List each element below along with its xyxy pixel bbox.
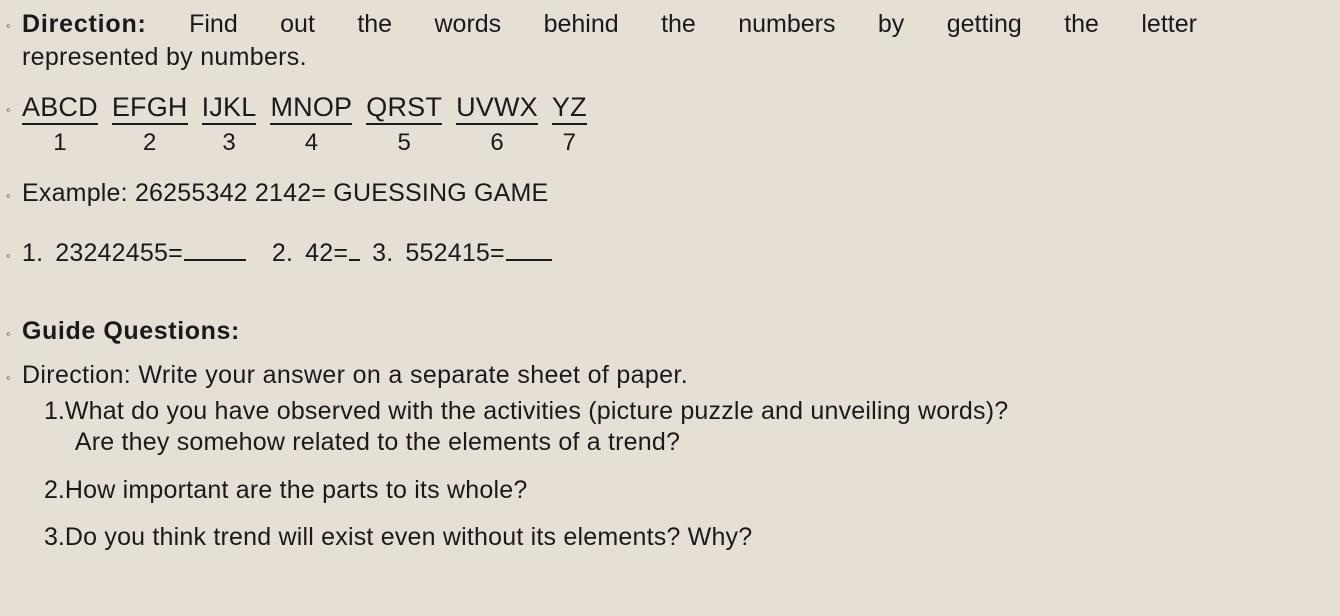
exercise-item-2-code: 42= — [305, 239, 349, 267]
guide-question-line-1: What do you have observed with the activ… — [64, 397, 1009, 425]
guide-direction-body: Direction: Write your answer on a separa… — [22, 360, 688, 391]
alphabet-number: 7 — [562, 129, 577, 156]
guide-question-number: 1. — [44, 397, 65, 425]
direction-word-10: letter — [1141, 10, 1197, 38]
bullet-icon: ◦ — [6, 248, 11, 263]
alphabet-number: 3 — [222, 129, 236, 156]
alphabet-group: MNOP 4 — [270, 92, 353, 157]
example-bullet-item: ◦ Example: 26255342 2142= GUESSING GAME — [6, 178, 548, 209]
guide-question-number: 2. — [44, 476, 65, 504]
direction-paragraph: Direction: Find out the words behind the… — [22, 8, 1202, 74]
direction-word-9: the — [1064, 10, 1099, 38]
guide-direction-text: Direction: Write your answer on a separa… — [22, 361, 689, 389]
example-text: Example: 26255342 2142= GUESSING GAME — [22, 179, 549, 207]
bullet-icon: ◦ — [6, 18, 11, 33]
alphabet-key-body: ABCD 1 EFGH 2 IJKL 3 MNOP 4 QRST 5 UVWX … — [22, 92, 587, 157]
alphabet-number: 6 — [490, 129, 504, 156]
direction-word-6: numbers — [738, 10, 836, 38]
exercise-item-3-number: 3. — [372, 239, 394, 267]
alphabet-group: ABCD 1 — [22, 92, 98, 157]
alphabet-group: YZ 7 — [551, 92, 587, 157]
guide-question-line-1: How important are the parts to its whole… — [64, 476, 528, 504]
alphabet-number: 2 — [143, 129, 157, 156]
guide-heading-body: Guide Questions: — [22, 316, 240, 347]
exercise-item-1-code: 23242455= — [55, 239, 183, 267]
exercise-body: 1. 23242455= 2. 42= 3. 552415= — [22, 238, 552, 269]
guide-question-number: 3. — [44, 523, 65, 551]
direction-word-7: by — [877, 10, 905, 38]
direction-body: Direction: Find out the words behind the… — [22, 8, 1316, 74]
alphabet-number: 1 — [53, 129, 67, 156]
guide-direction-bullet-item: ◦ Direction: Write your answer on a sepa… — [6, 360, 688, 391]
exercise-item-2-blank[interactable] — [349, 239, 361, 261]
direction-word-1: out — [280, 10, 315, 38]
example-body: Example: 26255342 2142= GUESSING GAME — [22, 178, 548, 209]
exercise-item-3-blank[interactable] — [505, 239, 552, 261]
direction-word-5: the — [661, 10, 696, 38]
exercise-item-3-code: 552415= — [405, 239, 505, 267]
exercise-item-1-number: 1. — [22, 239, 44, 267]
bullet-icon: ◦ — [6, 188, 11, 203]
direction-word-8: getting — [946, 10, 1022, 38]
alphabet-letters: QRST — [366, 92, 443, 125]
alphabet-letters: EFGH — [111, 92, 188, 125]
direction-label: Direction: — [22, 10, 147, 38]
direction-line-2: represented by numbers. — [22, 43, 307, 71]
guide-question-text: Do you think trend will exist even witho… — [65, 522, 1304, 553]
direction-word-2: the — [357, 10, 393, 38]
alphabet-letters: YZ — [551, 92, 587, 125]
alphabet-number: 5 — [397, 129, 411, 156]
guide-question-item: 2. How important are the parts to its wh… — [44, 475, 1304, 506]
guide-question-line-2: Are they somehow related to the elements… — [74, 428, 681, 456]
guide-questions-bullet-item: ◦ Guide Questions: — [6, 316, 240, 347]
alphabet-key-bullet-item: ◦ ABCD 1 EFGH 2 IJKL 3 MNOP 4 QRST 5 UVW… — [6, 92, 587, 157]
bullet-icon: ◦ — [6, 326, 11, 341]
guide-questions-heading: Guide Questions: — [22, 317, 240, 345]
alphabet-number: 4 — [304, 129, 319, 156]
alphabet-key-groups: ABCD 1 EFGH 2 IJKL 3 MNOP 4 QRST 5 UVWX … — [22, 92, 587, 157]
exercise-item-1-blank[interactable] — [183, 239, 246, 261]
direction-word-0: Find — [189, 10, 238, 38]
guide-questions-list: 1. What do you have observed with the ac… — [44, 396, 1304, 553]
exercise-item-2-number: 2. — [271, 239, 294, 267]
guide-question-line-1: Do you think trend will exist even witho… — [64, 523, 753, 551]
alphabet-group: QRST 5 — [366, 92, 443, 157]
exercise-row: 1. 23242455= 2. 42= 3. 552415= — [22, 238, 552, 269]
guide-question-text: What do you have observed with the activ… — [65, 396, 1304, 458]
alphabet-letters: MNOP — [270, 92, 353, 125]
direction-word-4: behind — [543, 10, 619, 38]
alphabet-group: IJKL 3 — [201, 92, 257, 157]
bullet-icon: ◦ — [6, 102, 11, 117]
alphabet-letters: IJKL — [201, 92, 257, 125]
guide-question-text: How important are the parts to its whole… — [65, 475, 1304, 506]
slide-canvas: ◦ Direction: Find out the words behind t… — [0, 0, 1340, 616]
alphabet-group: UVWX 6 — [456, 92, 538, 157]
direction-bullet-item: ◦ Direction: Find out the words behind t… — [6, 8, 1316, 74]
exercise-bullet-item: ◦ 1. 23242455= 2. 42= 3. 552415= — [6, 238, 552, 269]
alphabet-letters: UVWX — [456, 92, 538, 125]
direction-line-1: Direction: Find out the words behind the… — [22, 8, 1197, 41]
guide-question-item: 3. Do you think trend will exist even wi… — [44, 522, 1304, 553]
direction-word-3: words — [434, 10, 502, 38]
guide-question-item: 1. What do you have observed with the ac… — [44, 396, 1304, 458]
alphabet-group: EFGH 2 — [111, 92, 188, 157]
bullet-icon: ◦ — [6, 370, 11, 385]
alphabet-letters: ABCD — [22, 92, 98, 125]
